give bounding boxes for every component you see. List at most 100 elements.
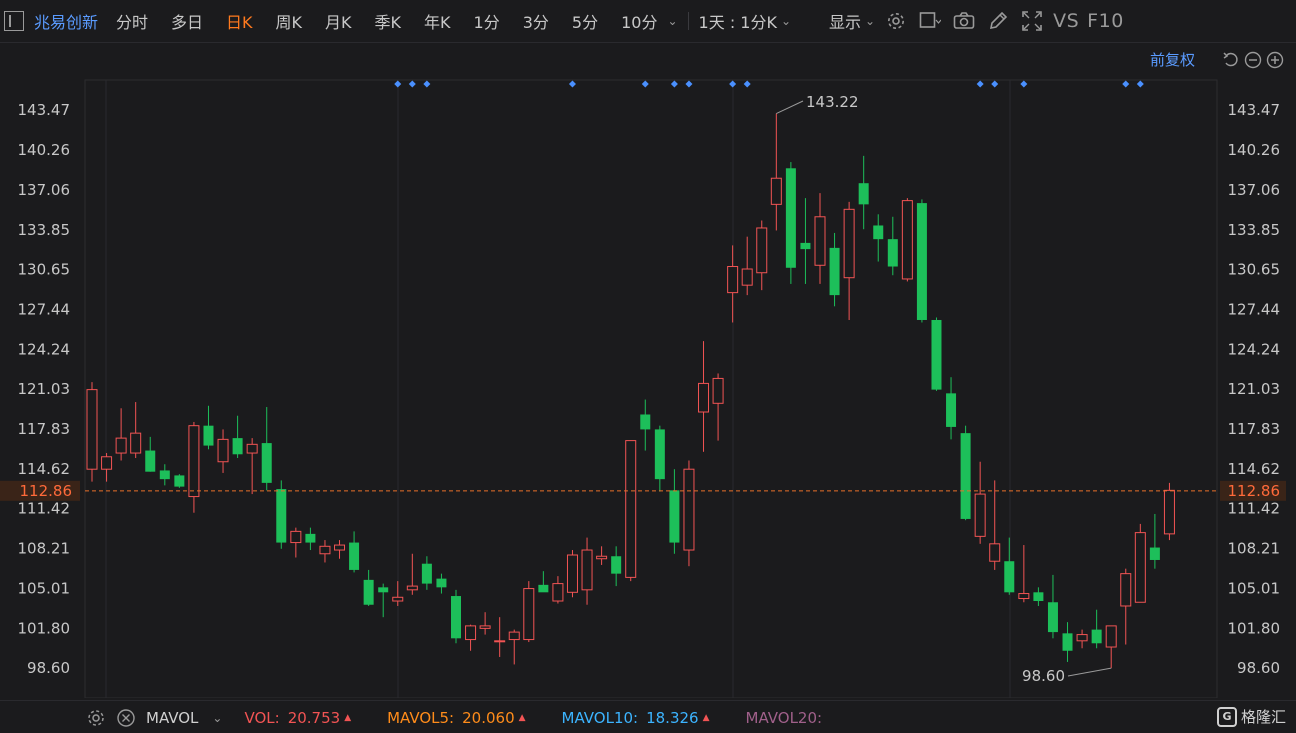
candle <box>916 199 927 323</box>
multi-period-label: 1天 : 1分K <box>698 13 777 32</box>
candle-body-down <box>538 584 549 593</box>
candle-body-down <box>378 587 389 593</box>
zoom-in-icon[interactable] <box>1266 51 1284 73</box>
candle <box>654 425 665 492</box>
toolbar-divider <box>687 12 689 30</box>
reset-icon[interactable] <box>1222 51 1240 73</box>
zoom-out-icon[interactable] <box>1244 51 1262 73</box>
candle-body-up <box>698 382 710 413</box>
candle <box>174 474 185 488</box>
vol-label: VOL: <box>244 708 280 727</box>
candle <box>931 317 942 391</box>
candle <box>494 617 506 657</box>
square-select-icon[interactable] <box>919 10 942 32</box>
candle-body-up <box>989 543 1001 562</box>
indicator-select[interactable]: MAVOL ⌄ <box>146 709 222 727</box>
candle <box>858 155 869 230</box>
candle <box>960 425 971 521</box>
y-axis-tick-label-right: 108.21 <box>1228 540 1281 558</box>
current-price-label-right: 112.86 <box>1228 482 1281 500</box>
tab-weekly-k[interactable]: 周K <box>276 9 303 33</box>
event-marker-diamond <box>1020 80 1028 88</box>
candle <box>843 201 855 320</box>
brand-watermark: G 格隆汇 <box>1216 706 1286 727</box>
camera-icon[interactable] <box>953 10 975 32</box>
indicator-close-icon[interactable] <box>116 708 136 728</box>
mavol10-value: 18.326 <box>646 708 699 727</box>
candle <box>101 453 113 482</box>
candle-body-down <box>640 414 651 430</box>
y-axis-tick-label-right: 127.44 <box>1228 301 1281 319</box>
y-axis-tick-label-right: 114.62 <box>1228 460 1281 478</box>
candle <box>1149 513 1160 569</box>
candle <box>974 461 986 544</box>
tab-quarterly-k[interactable]: 季K <box>375 9 402 33</box>
brand-name: 格隆汇 <box>1240 708 1286 726</box>
candle-body-up <box>290 530 302 544</box>
f10-button[interactable]: F10 <box>1087 10 1124 32</box>
y-axis-tick-label-right: 117.83 <box>1228 420 1281 438</box>
plot-frame <box>84 79 1218 698</box>
tab-1min[interactable]: 1分 <box>474 9 500 33</box>
panel-toggle-icon[interactable] <box>4 11 24 31</box>
candle-body-up <box>683 468 695 551</box>
y-axis-tick-label-right: 143.47 <box>1228 101 1281 119</box>
stock-name[interactable]: 兆易创新 <box>34 9 98 33</box>
candle <box>669 469 680 554</box>
candle <box>640 399 651 451</box>
candle <box>800 198 811 284</box>
adjust-mode-button[interactable]: 前复权 <box>1150 49 1195 70</box>
candle-body-up <box>625 440 637 578</box>
candle <box>901 198 913 282</box>
mavol5-readout: MAVOL5: 20.060 ▲ <box>387 709 525 727</box>
candle <box>188 421 200 513</box>
candle <box>115 408 127 461</box>
tab-multi-day[interactable]: 多日 <box>171 9 203 33</box>
candle <box>566 550 578 598</box>
candle <box>552 576 564 604</box>
candle-body-up <box>756 227 768 274</box>
candlestick-chart[interactable]: 143.47 143.47 140.26 140.26 137.06 137.06 133.… <box>0 43 1296 698</box>
candle-body-up <box>1163 489 1175 535</box>
tab-yearly-k[interactable]: 年K <box>424 9 451 33</box>
tab-10min[interactable]: 10分 <box>621 9 657 33</box>
period-more-chevron-icon[interactable]: ⌄ <box>667 14 677 28</box>
candle-body-down <box>1091 629 1102 644</box>
candle-body-up <box>217 438 229 463</box>
tab-5min[interactable]: 5分 <box>572 9 598 33</box>
y-axis-tick-label-left: 133.85 <box>18 221 71 239</box>
display-menu[interactable]: 显示 ⌄ <box>829 9 875 33</box>
indicator-settings-gear-icon[interactable] <box>86 708 106 728</box>
candle-body-down <box>611 556 622 574</box>
tab-daily-k[interactable]: 日K <box>226 9 253 33</box>
y-axis-tick-label-left: 101.80 <box>18 619 71 637</box>
candle-body-up <box>392 596 404 602</box>
tab-intraday[interactable]: 分时 <box>116 9 148 33</box>
candle-body-up <box>770 177 782 205</box>
candle <box>989 480 1001 570</box>
y-axis-tick-label-right: 140.26 <box>1228 141 1281 159</box>
candle-body-up <box>479 625 491 629</box>
pen-draw-icon[interactable] <box>987 10 1009 32</box>
candle <box>421 556 432 590</box>
candle-body-down <box>669 490 680 543</box>
y-axis-tick-label-right: 130.65 <box>1228 261 1281 279</box>
candle <box>756 220 768 291</box>
tab-3min[interactable]: 3分 <box>523 9 549 33</box>
settings-gear-icon[interactable] <box>885 10 907 32</box>
tab-monthly-k[interactable]: 月K <box>325 9 352 33</box>
fullscreen-icon[interactable] <box>1021 10 1043 32</box>
event-marker-diamond <box>1122 80 1130 88</box>
candle-body-up <box>1018 593 1030 600</box>
candle-body-up <box>1105 625 1117 648</box>
mavol20-readout: MAVOL20: <box>746 709 823 727</box>
candle <box>508 629 520 665</box>
vs-button[interactable]: VS <box>1053 10 1079 32</box>
multi-period-select[interactable]: 1天 : 1分K ⌄ <box>699 9 791 33</box>
candle <box>1120 568 1132 645</box>
y-axis-tick-label-left: 98.60 <box>27 659 70 677</box>
candle-body-down <box>203 425 214 446</box>
candle <box>727 245 739 323</box>
y-axis-tick-label-right: 124.24 <box>1228 340 1281 358</box>
y-axis-tick-label-left: 108.21 <box>18 540 71 558</box>
